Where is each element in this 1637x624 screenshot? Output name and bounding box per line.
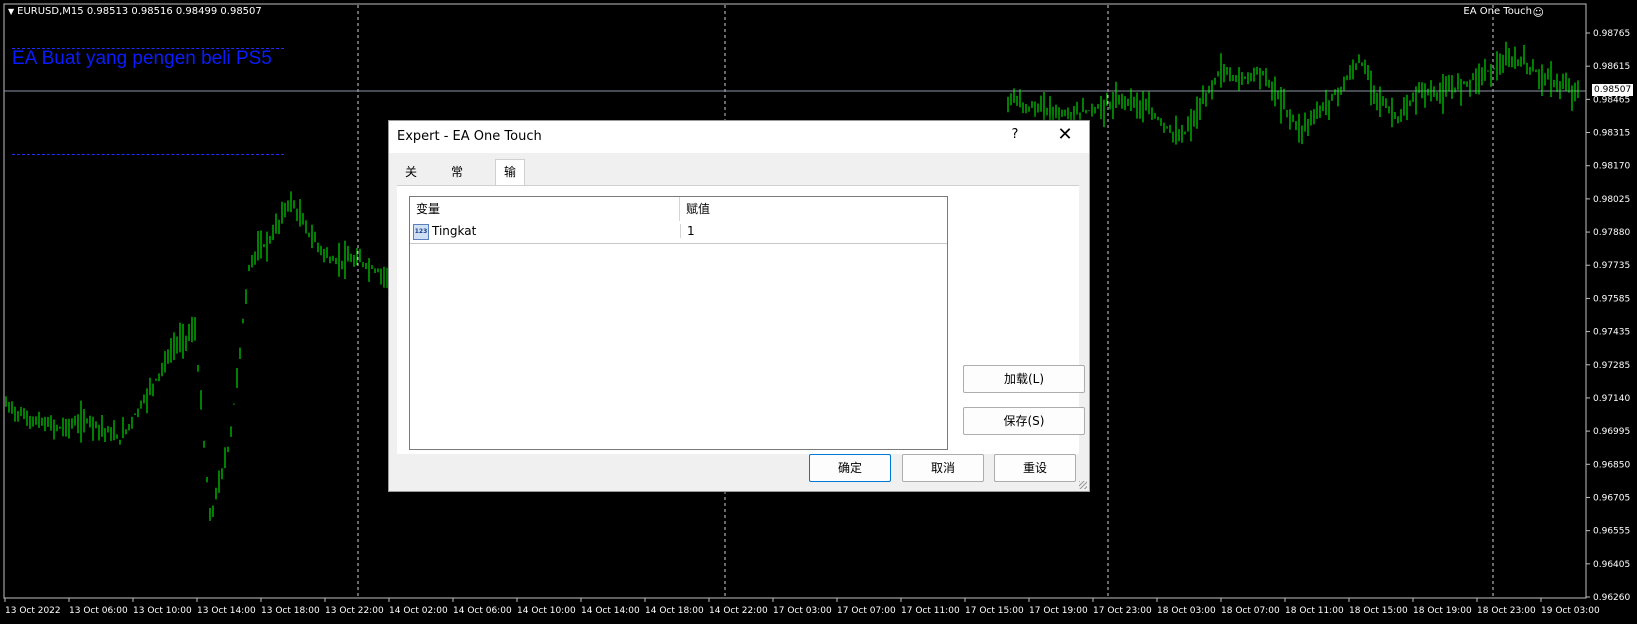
parameters-table: 变量 赋值 123 Tingkat 1 bbox=[409, 196, 948, 450]
time-label: 17 Oct 03:00 bbox=[773, 606, 832, 616]
time-label: 13 Oct 2022 bbox=[5, 606, 61, 616]
overlay-title: EA Buat yang pengen beli PS5 bbox=[12, 48, 272, 69]
time-label: 19 Oct 03:00 bbox=[1541, 606, 1600, 616]
current-price-tag: 0.98507 bbox=[1592, 84, 1634, 96]
param-value[interactable]: 1 bbox=[680, 224, 945, 238]
table-row[interactable]: 123 Tingkat 1 bbox=[410, 221, 947, 244]
time-label: 14 Oct 22:00 bbox=[709, 606, 768, 616]
price-label: 0.96850 bbox=[1593, 460, 1630, 470]
price-label: 0.96705 bbox=[1593, 493, 1630, 503]
time-label: 17 Oct 23:00 bbox=[1093, 606, 1152, 616]
price-label: 0.97435 bbox=[1593, 328, 1630, 338]
price-label: 0.96405 bbox=[1593, 560, 1630, 570]
expert-name-label: EA One Touch bbox=[1463, 6, 1532, 17]
price-label: 0.98765 bbox=[1593, 29, 1630, 39]
tab-inputs[interactable]: 输入参数 bbox=[495, 159, 526, 254]
symbol-info: EURUSD,M15 0.98513 0.98516 0.98499 0.985… bbox=[17, 6, 262, 17]
expert-dialog: Expert - EA One Touch ? ✕ 关于 常用 输入参数 变量 … bbox=[388, 120, 1090, 492]
time-label: 13 Oct 18:00 bbox=[261, 606, 320, 616]
param-name: Tingkat bbox=[432, 224, 477, 238]
time-label: 18 Oct 15:00 bbox=[1349, 606, 1408, 616]
tab-about[interactable]: 关于 bbox=[397, 161, 425, 201]
price-label: 0.98315 bbox=[1593, 129, 1630, 139]
dialog-titlebar[interactable]: Expert - EA One Touch ? ✕ bbox=[389, 121, 1089, 153]
time-label: 14 Oct 18:00 bbox=[645, 606, 704, 616]
time-label: 17 Oct 19:00 bbox=[1029, 606, 1088, 616]
price-label: 0.98170 bbox=[1593, 162, 1630, 172]
reset-button[interactable]: 重设 bbox=[994, 454, 1076, 482]
time-label: 13 Oct 22:00 bbox=[325, 606, 384, 616]
time-label: 14 Oct 14:00 bbox=[581, 606, 640, 616]
time-label: 18 Oct 23:00 bbox=[1477, 606, 1536, 616]
time-label: 18 Oct 19:00 bbox=[1413, 606, 1472, 616]
time-label: 13 Oct 06:00 bbox=[69, 606, 128, 616]
symbol-header: ▼ EURUSD,M15 0.98513 0.98516 0.98499 0.98… bbox=[8, 6, 262, 17]
time-label: 18 Oct 07:00 bbox=[1221, 606, 1280, 616]
help-button[interactable]: ? bbox=[1005, 127, 1025, 142]
price-label: 0.96995 bbox=[1593, 427, 1630, 437]
cancel-button[interactable]: 取消 bbox=[902, 454, 984, 482]
save-button[interactable]: 保存(S) bbox=[963, 407, 1085, 435]
time-label: 14 Oct 02:00 bbox=[389, 606, 448, 616]
integer-type-icon: 123 bbox=[413, 224, 429, 240]
price-label: 0.97585 bbox=[1593, 294, 1630, 304]
price-label: 0.97880 bbox=[1593, 228, 1630, 238]
load-button[interactable]: 加载(L) bbox=[963, 365, 1085, 393]
ok-button[interactable]: 确定 bbox=[809, 454, 891, 482]
inputs-panel: 变量 赋值 123 Tingkat 1 加载(L) 保存(S) bbox=[397, 185, 1085, 454]
tab-common[interactable]: 常用 bbox=[443, 161, 471, 201]
price-label: 0.97735 bbox=[1593, 261, 1630, 271]
dialog-title: Expert - EA One Touch bbox=[397, 129, 542, 144]
smiley-icon: ☺ bbox=[1532, 6, 1544, 19]
time-label: 17 Oct 15:00 bbox=[965, 606, 1024, 616]
price-label: 0.96260 bbox=[1593, 593, 1630, 603]
price-label: 0.98465 bbox=[1593, 95, 1630, 105]
time-label: 14 Oct 10:00 bbox=[517, 606, 576, 616]
time-label: 13 Oct 14:00 bbox=[197, 606, 256, 616]
column-header-value[interactable]: 赋值 bbox=[680, 197, 946, 221]
collapse-triangle-icon[interactable]: ▼ bbox=[8, 7, 14, 16]
close-button[interactable]: ✕ bbox=[1053, 124, 1077, 145]
resize-grip-icon[interactable] bbox=[1079, 481, 1087, 489]
time-label: 17 Oct 07:00 bbox=[837, 606, 896, 616]
time-label: 14 Oct 06:00 bbox=[453, 606, 512, 616]
time-label: 18 Oct 11:00 bbox=[1285, 606, 1344, 616]
price-label: 0.96555 bbox=[1593, 527, 1630, 537]
column-header-variable[interactable]: 变量 bbox=[410, 197, 680, 221]
price-label: 0.97285 bbox=[1593, 361, 1630, 371]
time-label: 13 Oct 10:00 bbox=[133, 606, 192, 616]
price-label: 0.98615 bbox=[1593, 62, 1630, 72]
overlay-dash-line-bottom bbox=[12, 154, 284, 155]
price-label: 0.98025 bbox=[1593, 195, 1630, 205]
time-label: 18 Oct 03:00 bbox=[1157, 606, 1216, 616]
time-label: 17 Oct 11:00 bbox=[901, 606, 960, 616]
price-label: 0.97140 bbox=[1593, 394, 1630, 404]
